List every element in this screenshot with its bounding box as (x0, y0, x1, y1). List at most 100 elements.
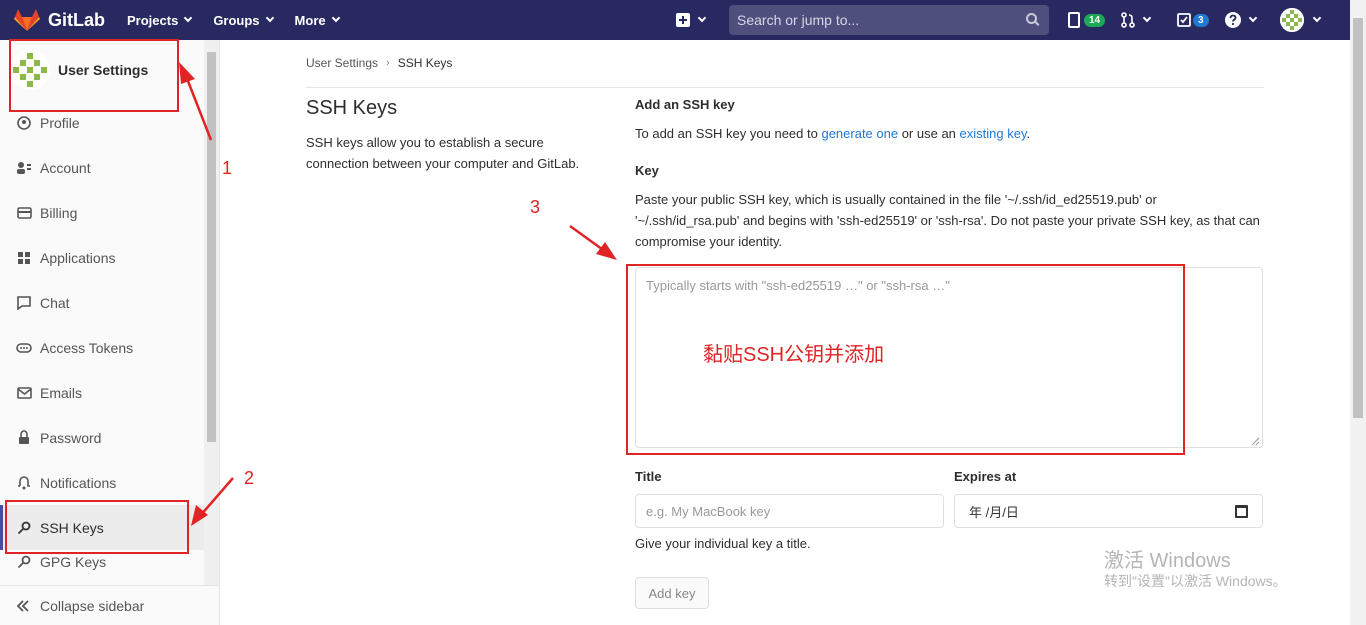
new-dropdown[interactable] (676, 0, 707, 40)
divider (306, 87, 1264, 88)
sidebar-item-label: Applications (40, 249, 116, 266)
chevron-down-icon (1142, 13, 1152, 23)
chat-icon (16, 295, 32, 311)
issues-icon (1068, 12, 1080, 28)
generate-one-link[interactable]: generate one (821, 126, 898, 141)
nav-groups[interactable]: Groups (213, 12, 274, 28)
double-chevron-left-icon (16, 599, 30, 612)
collapse-sidebar-button[interactable]: Collapse sidebar (0, 585, 219, 625)
chevron-down-icon (697, 13, 707, 23)
windows-activation-text: 转到"设置"以激活 Windows。 (1104, 573, 1287, 589)
annotation-box-user-settings (9, 39, 179, 112)
profile-icon (16, 115, 32, 131)
calendar-icon[interactable] (1235, 505, 1248, 518)
add-text-mid: or use an (898, 126, 960, 141)
plus-icon (676, 13, 690, 27)
page-title: SSH Keys (306, 97, 398, 119)
title-label: Title (635, 469, 662, 484)
billing-icon (16, 205, 32, 221)
gitlab-logo[interactable]: GitLab (14, 8, 105, 32)
help-dropdown[interactable] (1224, 0, 1258, 40)
chevron-down-icon (184, 13, 193, 23)
add-text-prefix: To add an SSH key you need to (635, 126, 822, 141)
search-icon (1026, 13, 1037, 24)
search-input[interactable] (737, 12, 1017, 28)
sidebar-item-label: GPG Keys (40, 554, 107, 570)
issues-link[interactable]: 14 (1068, 0, 1106, 40)
sidebar-item-access-tokens[interactable]: Access Tokens (0, 325, 204, 370)
windows-activation-title: 激活 Windows (1104, 550, 1231, 572)
title-input[interactable] (635, 494, 944, 528)
add-ssh-key-text: To add an SSH key you need to generate o… (635, 123, 1030, 144)
merge-request-icon (1121, 12, 1135, 28)
key-help-text: Paste your public SSH key, which is usua… (635, 192, 1260, 249)
breadcrumb-parent[interactable]: User Settings (306, 56, 378, 70)
add-text-suffix: . (1026, 126, 1031, 141)
add-ssh-key-heading: Add an SSH key (635, 97, 735, 112)
logo-text: GitLab (48, 9, 105, 30)
access-tokens-icon (16, 340, 32, 356)
breadcrumb: User Settings › SSH Keys (306, 56, 452, 70)
bell-icon (16, 475, 32, 491)
search-box[interactable] (729, 5, 1049, 35)
sidebar-item-chat[interactable]: Chat (0, 280, 204, 325)
sidebar-scrollbar-thumb[interactable] (207, 52, 216, 442)
annotation-number-2: 2 (244, 468, 255, 488)
sidebar-item-password[interactable]: Password (0, 415, 204, 460)
todo-icon (1177, 13, 1191, 27)
lock-icon (16, 430, 32, 446)
nav-projects[interactable]: Projects (127, 12, 193, 28)
expires-at-value: 年 /月/日 (969, 504, 1019, 520)
page-description: SSH keys allow you to establish a secure… (306, 135, 580, 171)
question-icon (1225, 12, 1241, 28)
sidebar-item-label: Billing (40, 204, 78, 221)
key-label: Key (635, 163, 659, 178)
breadcrumb-current[interactable]: SSH Keys (398, 56, 453, 70)
sidebar-item-applications[interactable]: Applications (0, 235, 204, 280)
arrow-to-key-area (569, 224, 617, 260)
sidebar-item-label: Chat (40, 294, 70, 311)
chevron-down-icon (1312, 13, 1322, 23)
emails-icon (16, 385, 32, 401)
sidebar-item-label: Account (40, 159, 91, 176)
title-help-text: Give your individual key a title. (635, 536, 811, 551)
account-icon (16, 160, 32, 176)
todos-link[interactable]: 3 (1177, 0, 1209, 40)
key-icon (16, 554, 32, 570)
nav-projects-label: Projects (127, 12, 179, 28)
annotation-number-1: 1 (222, 158, 233, 178)
expires-at-date-input[interactable]: 年 /月/日 (954, 494, 1263, 528)
breadcrumb-separator: › (386, 57, 390, 69)
sidebar-item-label: Emails (40, 384, 83, 401)
sidebar-item-emails[interactable]: Emails (0, 370, 204, 415)
sidebar-item-billing[interactable]: Billing (0, 190, 204, 235)
resize-grip-icon[interactable] (1250, 436, 1260, 446)
user-menu[interactable] (1280, 0, 1322, 40)
add-key-button[interactable]: Add key (635, 577, 709, 609)
annotation-paste-hint: 黏贴SSH公钥并添加 (703, 344, 885, 366)
issues-count-badge: 14 (1084, 13, 1106, 27)
top-navbar: GitLab Projects Groups More 14 3 (0, 0, 1350, 40)
chevron-down-icon (331, 13, 340, 23)
page-scrollbar-thumb[interactable] (1353, 18, 1363, 418)
nav-more[interactable]: More (295, 13, 340, 28)
todos-count-badge: 3 (1193, 13, 1209, 27)
nav-groups-label: Groups (213, 12, 260, 28)
sidebar-item-label: Password (40, 429, 102, 446)
sidebar-scrollbar[interactable] (204, 40, 219, 585)
existing-key-link[interactable]: existing key (960, 126, 1027, 141)
merge-requests-link[interactable] (1120, 0, 1152, 40)
annotation-number-3: 3 (530, 197, 541, 217)
sidebar-item-label: Profile (40, 114, 80, 131)
sidebar-item-label: Access Tokens (40, 339, 134, 356)
sidebar-item-account[interactable]: Account (0, 145, 204, 190)
annotation-box-ssh-keys (5, 500, 189, 554)
collapse-sidebar-label: Collapse sidebar (40, 597, 145, 614)
expires-at-label: Expires at (954, 469, 1017, 484)
chevron-down-icon (1248, 13, 1258, 23)
applications-icon (16, 250, 32, 266)
avatar (1280, 8, 1304, 32)
sidebar-item-notifications[interactable]: Notifications (0, 460, 204, 505)
page-scrollbar[interactable] (1350, 0, 1366, 625)
tanuki-icon (14, 9, 40, 31)
